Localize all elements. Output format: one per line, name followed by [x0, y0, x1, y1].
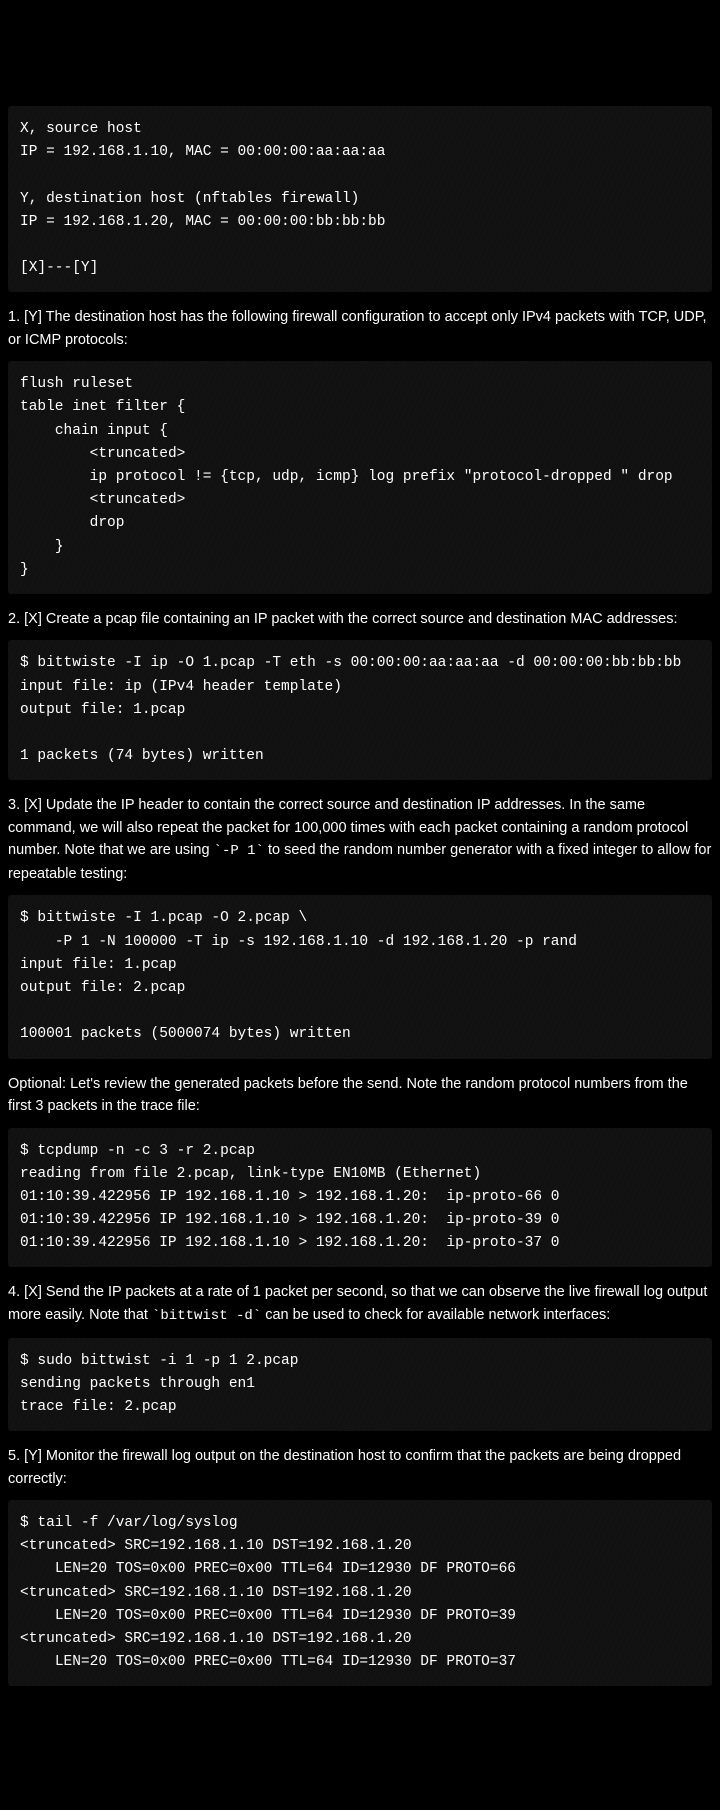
code-block-syslog: $ tail -f /var/log/syslog <truncated> SR… [8, 1500, 712, 1686]
paragraph-step-4: 4. [X] Send the IP packets at a rate of … [8, 1281, 712, 1327]
code-block-bittwist-send: $ sudo bittwist -i 1 -p 1 2.pcap sending… [8, 1338, 712, 1432]
inline-code-seed: `-P 1` [214, 843, 264, 859]
code-block-tcpdump: $ tcpdump -n -c 3 -r 2.pcap reading from… [8, 1128, 712, 1268]
paragraph-step-1: 1. [Y] The destination host has the foll… [8, 306, 712, 351]
paragraph-step-3: 3. [X] Update the IP header to contain t… [8, 794, 712, 885]
paragraph-step-2: 2. [X] Create a pcap file containing an … [8, 608, 712, 630]
code-block-nftables: flush ruleset table inet filter { chain … [8, 361, 712, 594]
code-block-bittwiste-eth: $ bittwiste -I ip -O 1.pcap -T eth -s 00… [8, 640, 712, 780]
paragraph-optional: Optional: Let's review the generated pac… [8, 1073, 712, 1118]
top-spacer [8, 8, 712, 98]
paragraph-step-5: 5. [Y] Monitor the firewall log output o… [8, 1445, 712, 1490]
document-content: X, source host IP = 192.168.1.10, MAC = … [0, 0, 720, 1810]
code-block-topology: X, source host IP = 192.168.1.10, MAC = … [8, 106, 712, 292]
inline-code-bittwist-d: `bittwist -d` [152, 1308, 261, 1324]
text-segment: can be used to check for available netwo… [261, 1307, 610, 1323]
code-block-bittwiste-ip: $ bittwiste -I 1.pcap -O 2.pcap \ -P 1 -… [8, 895, 712, 1058]
